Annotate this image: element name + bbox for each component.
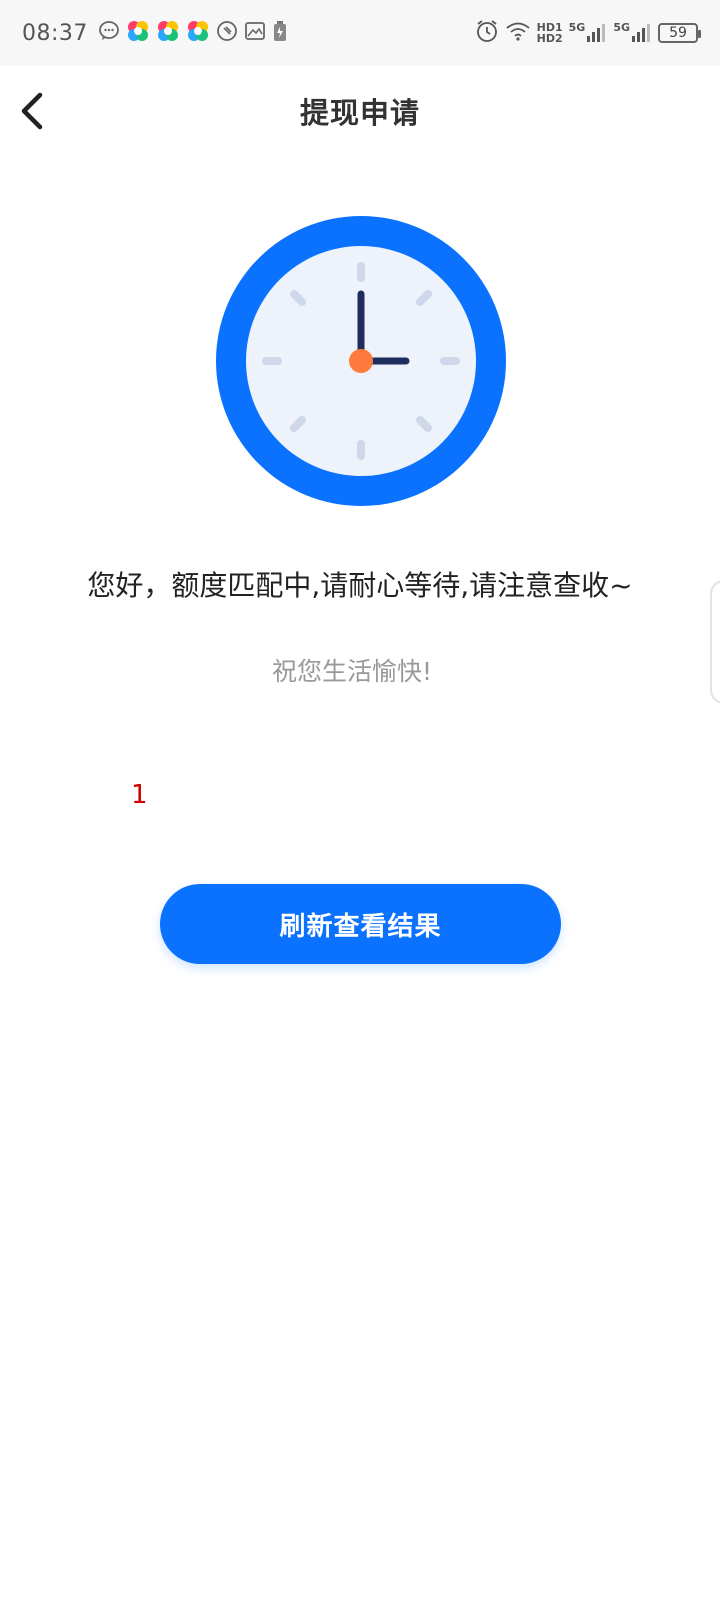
message-bubble-icon — [98, 20, 120, 46]
battery-icon: 59 — [658, 23, 701, 43]
back-button[interactable] — [10, 86, 54, 136]
hd-indicator-bottom: HD2 — [536, 32, 563, 45]
status-bar: 08:37 HD1 HD2 5G 5G 59 — [0, 0, 720, 66]
colorful-app-icon — [186, 19, 210, 47]
colorful-app-icon — [156, 19, 180, 47]
network-type-label: 5G — [568, 21, 586, 34]
page-title: 提现申请 — [299, 96, 420, 130]
gallery-icon — [244, 20, 266, 46]
wifi-icon — [505, 20, 531, 46]
colorful-app-icon — [126, 19, 150, 47]
link-icon — [216, 20, 238, 46]
refresh-result-button[interactable]: 刷新查看结果 — [160, 884, 561, 964]
status-bar-left: 08:37 — [22, 19, 288, 47]
status-message: 您好，额度匹配中,请耐心等待,请注意查收~ — [87, 569, 633, 602]
status-time: 08:37 — [22, 20, 88, 46]
signal-5g-icon: 5G — [613, 22, 652, 44]
alarm-icon — [475, 19, 499, 47]
nav-bar: 提现申请 — [0, 66, 720, 156]
clock-icon — [216, 216, 506, 506]
greeting-message: 祝您生活愉快! — [271, 657, 433, 686]
battery-saver-icon — [272, 20, 288, 46]
side-panel-handle[interactable] — [710, 580, 720, 704]
network-type-label: 5G — [613, 21, 630, 34]
chevron-left-icon — [21, 92, 43, 130]
clock-illustration — [216, 216, 506, 506]
status-bar-right: HD1 HD2 5G 5G 59 — [475, 19, 701, 47]
debug-number: 1 — [131, 780, 148, 810]
signal-5g-icon: 5G — [569, 22, 608, 44]
battery-level: 59 — [669, 25, 687, 41]
hd-indicator: HD1 HD2 — [537, 22, 563, 44]
